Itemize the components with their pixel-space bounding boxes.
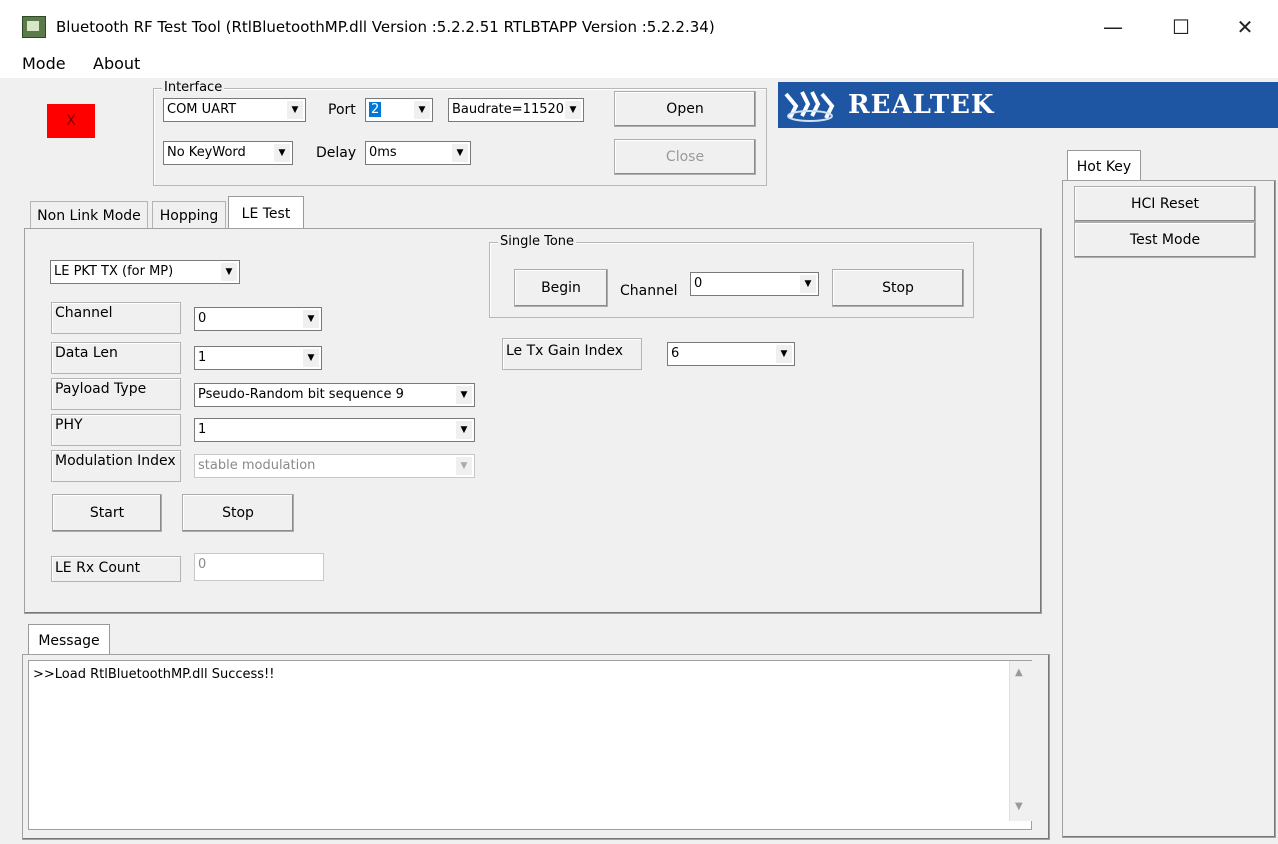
single-tone-channel-value: 0 — [694, 276, 703, 291]
modulation-index-label: Modulation Index — [51, 450, 181, 482]
tab-le-test[interactable]: LE Test — [228, 196, 304, 230]
baudrate-select[interactable]: Baudrate=115200 ▼ — [448, 98, 584, 122]
close-button[interactable]: Close — [614, 139, 756, 175]
le-mode-select[interactable]: LE PKT TX (for MP) ▼ — [50, 260, 240, 284]
chevron-down-icon: ▼ — [455, 421, 472, 439]
scroll-down-icon[interactable]: ▼ — [1015, 801, 1023, 812]
start-button[interactable]: Start — [52, 494, 162, 532]
stop-button[interactable]: Stop — [182, 494, 294, 532]
payload-type-label: Payload Type — [51, 378, 181, 410]
app-icon — [22, 16, 46, 38]
port-label: Port — [328, 102, 356, 118]
chevron-down-icon: ▼ — [455, 457, 472, 475]
delay-label: Delay — [316, 145, 357, 161]
close-window-button[interactable]: ✕ — [1222, 10, 1268, 44]
chevron-down-icon: ▼ — [286, 101, 303, 119]
chevron-down-icon: ▼ — [799, 275, 816, 293]
chevron-down-icon: ▼ — [220, 263, 237, 281]
hci-reset-button[interactable]: HCI Reset — [1074, 186, 1256, 222]
message-scrollbar[interactable]: ▲ ▼ — [1009, 661, 1032, 821]
tab-message[interactable]: Message — [28, 624, 110, 656]
chevron-down-icon: ▼ — [413, 101, 430, 119]
modulation-index-select[interactable]: stable modulation ▼ — [194, 454, 475, 478]
phy-label: PHY — [51, 414, 181, 446]
keyword-select[interactable]: No KeyWord ▼ — [163, 141, 293, 165]
le-tx-gain-index-value: 6 — [671, 346, 680, 361]
phy-value: 1 — [198, 422, 207, 437]
chevron-down-icon: ▼ — [564, 101, 581, 119]
menu-about[interactable]: About — [93, 54, 140, 73]
tab-hopping[interactable]: Hopping — [152, 201, 226, 229]
hot-key-panel — [1062, 180, 1276, 838]
payload-type-select[interactable]: Pseudo-Random bit sequence 9 ▼ — [194, 383, 475, 407]
interface-type-select[interactable]: COM UART ▼ — [163, 98, 306, 122]
chevron-down-icon: ▼ — [302, 349, 319, 367]
single-tone-stop-button[interactable]: Stop — [832, 269, 964, 307]
delay-select[interactable]: 0ms ▼ — [365, 141, 471, 165]
single-tone-channel-select[interactable]: 0 ▼ — [690, 272, 819, 296]
modulation-index-value: stable modulation — [198, 458, 316, 473]
single-tone-begin-button[interactable]: Begin — [514, 269, 608, 307]
message-log-text: >>Load RtlBluetoothMP.dll Success!! — [33, 667, 275, 682]
payload-type-value: Pseudo-Random bit sequence 9 — [198, 387, 404, 402]
menu-bar — [0, 52, 1278, 78]
le-tx-gain-index-select[interactable]: 6 ▼ — [667, 342, 795, 366]
channel-label: Channel — [51, 302, 181, 334]
realtek-brand-text: REALTEK — [848, 90, 995, 120]
data-len-value: 1 — [198, 350, 207, 365]
scroll-up-icon[interactable]: ▲ — [1015, 667, 1023, 678]
maximize-button[interactable]: ☐ — [1158, 10, 1204, 44]
port-value: 2 — [369, 102, 382, 117]
single-tone-channel-label: Channel — [620, 283, 678, 299]
le-rx-count-value: 0 — [198, 557, 207, 572]
data-len-label: Data Len — [51, 342, 181, 374]
chevron-down-icon: ▼ — [775, 345, 792, 363]
message-log[interactable]: >>Load RtlBluetoothMP.dll Success!! ▲ ▼ — [28, 660, 1032, 830]
chevron-down-icon: ▼ — [455, 386, 472, 404]
window-title: Bluetooth RF Test Tool (RtlBluetoothMP.d… — [56, 18, 715, 36]
interface-group-label: Interface — [162, 80, 225, 95]
channel-value: 0 — [198, 311, 207, 326]
interface-type-value: COM UART — [167, 102, 237, 117]
menu-mode[interactable]: Mode — [22, 54, 66, 73]
delay-value: 0ms — [369, 145, 397, 160]
data-len-select[interactable]: 1 ▼ — [194, 346, 322, 370]
tab-non-link-mode[interactable]: Non Link Mode — [30, 201, 148, 229]
channel-select[interactable]: 0 ▼ — [194, 307, 322, 331]
single-tone-label: Single Tone — [498, 234, 577, 249]
port-select[interactable]: 2 ▼ — [365, 98, 433, 122]
connection-status-indicator: X — [47, 104, 95, 138]
phy-select[interactable]: 1 ▼ — [194, 418, 475, 442]
open-button[interactable]: Open — [614, 91, 756, 127]
minimize-button[interactable]: — — [1090, 10, 1136, 44]
le-rx-count-field: 0 — [194, 553, 324, 581]
chevron-down-icon: ▼ — [451, 144, 468, 162]
keyword-value: No KeyWord — [167, 145, 246, 160]
le-tx-gain-index-label: Le Tx Gain Index — [502, 338, 642, 370]
le-rx-count-label: LE Rx Count — [51, 556, 181, 582]
le-mode-value: LE PKT TX (for MP) — [54, 264, 174, 279]
chevron-down-icon: ▼ — [302, 310, 319, 328]
chevron-down-icon: ▼ — [273, 144, 290, 162]
realtek-logo-icon — [782, 86, 838, 124]
test-mode-button[interactable]: Test Mode — [1074, 222, 1256, 258]
baudrate-value: Baudrate=115200 — [452, 102, 573, 117]
tab-hot-key[interactable]: Hot Key — [1067, 150, 1141, 182]
